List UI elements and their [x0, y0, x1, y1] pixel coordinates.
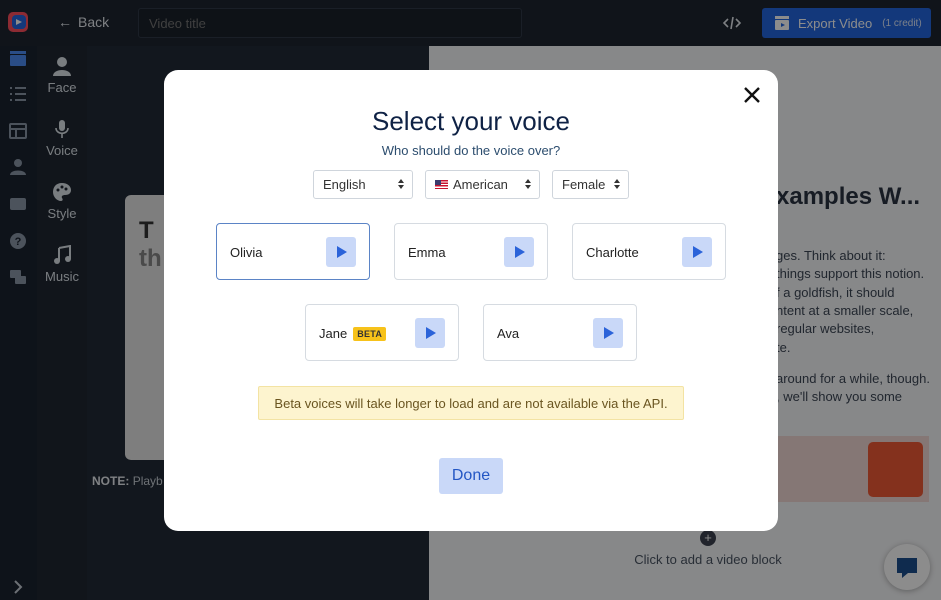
voice-name: Charlotte [586, 245, 639, 260]
voice-name: Jane [319, 326, 348, 341]
play-icon[interactable] [593, 318, 623, 348]
modal-subtitle: Who should do the voice over? [381, 143, 561, 158]
done-button[interactable]: Done [439, 458, 503, 494]
voice-card-emma[interactable]: Emma [394, 223, 548, 280]
us-flag-icon [435, 180, 448, 189]
accent-value: American [453, 177, 508, 192]
voice-card-olivia[interactable]: Olivia [216, 223, 370, 280]
modal-title: Select your voice [372, 106, 570, 136]
language-select[interactable]: English [313, 170, 413, 199]
gender-value: Female [562, 177, 606, 192]
play-icon[interactable] [504, 237, 534, 267]
voice-card-ava[interactable]: Ava [483, 304, 637, 361]
close-icon[interactable] [741, 84, 763, 106]
voice-name: Ava [497, 326, 520, 341]
accent-select[interactable]: American [425, 170, 540, 199]
select-caret-icon [398, 179, 404, 189]
voice-card-jane[interactable]: Jane BETA [305, 304, 459, 361]
play-icon[interactable] [326, 237, 356, 267]
play-icon[interactable] [415, 318, 445, 348]
beta-badge: BETA [353, 326, 387, 341]
gender-select[interactable]: Female [552, 170, 629, 199]
voice-name: Emma [408, 245, 446, 260]
beta-warning-notice: Beta voices will take longer to load and… [258, 386, 684, 420]
play-icon[interactable] [682, 237, 712, 267]
voice-name: Olivia [230, 245, 263, 260]
language-value: English [323, 177, 366, 192]
voice-card-charlotte[interactable]: Charlotte [572, 223, 726, 280]
select-voice-modal: Select your voice Who should do the voic… [164, 70, 778, 531]
select-caret-icon [525, 179, 531, 189]
select-caret-icon [614, 179, 620, 189]
